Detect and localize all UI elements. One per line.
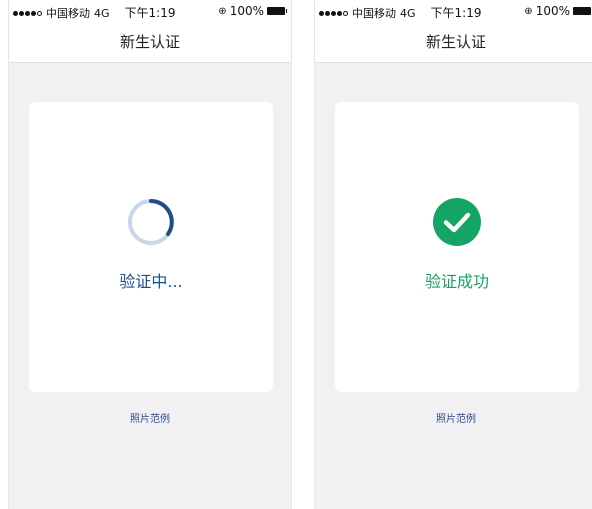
page-title: 新生认证 (315, 22, 592, 63)
photo-example-link[interactable]: 照片范例 (315, 410, 592, 425)
status-bar: 中国移动 4G 下午1:19 ⊕ 100% (315, 0, 592, 22)
loading-spinner-icon (128, 199, 174, 245)
verification-card: 验证成功 (335, 102, 579, 392)
battery-icon (573, 7, 591, 15)
page-title: 新生认证 (9, 22, 291, 63)
rotation-lock-icon: ⊕ (524, 5, 533, 17)
rotation-lock-icon: ⊕ (218, 5, 227, 17)
battery-percent: 100% (229, 4, 264, 18)
success-check-icon (433, 198, 481, 246)
phone-screen-verifying: 中国移动 4G 下午1:19 ⊕ 100% 新生认证 验证中... 照片范例 (8, 0, 292, 509)
phone-screen-success: 中国移动 4G 下午1:19 ⊕ 100% 新生认证 验证成功 照片范例 (314, 0, 592, 509)
photo-example-link[interactable]: 照片范例 (9, 410, 291, 425)
verification-status-label: 验证中... (119, 272, 183, 291)
verification-status-label: 验证成功 (424, 272, 489, 291)
status-bar: 中国移动 4G 下午1:19 ⊕ 100% (9, 0, 291, 22)
verification-card: 验证中... (29, 102, 273, 392)
battery-percent: 100% (535, 4, 570, 18)
battery-icon (267, 7, 287, 15)
